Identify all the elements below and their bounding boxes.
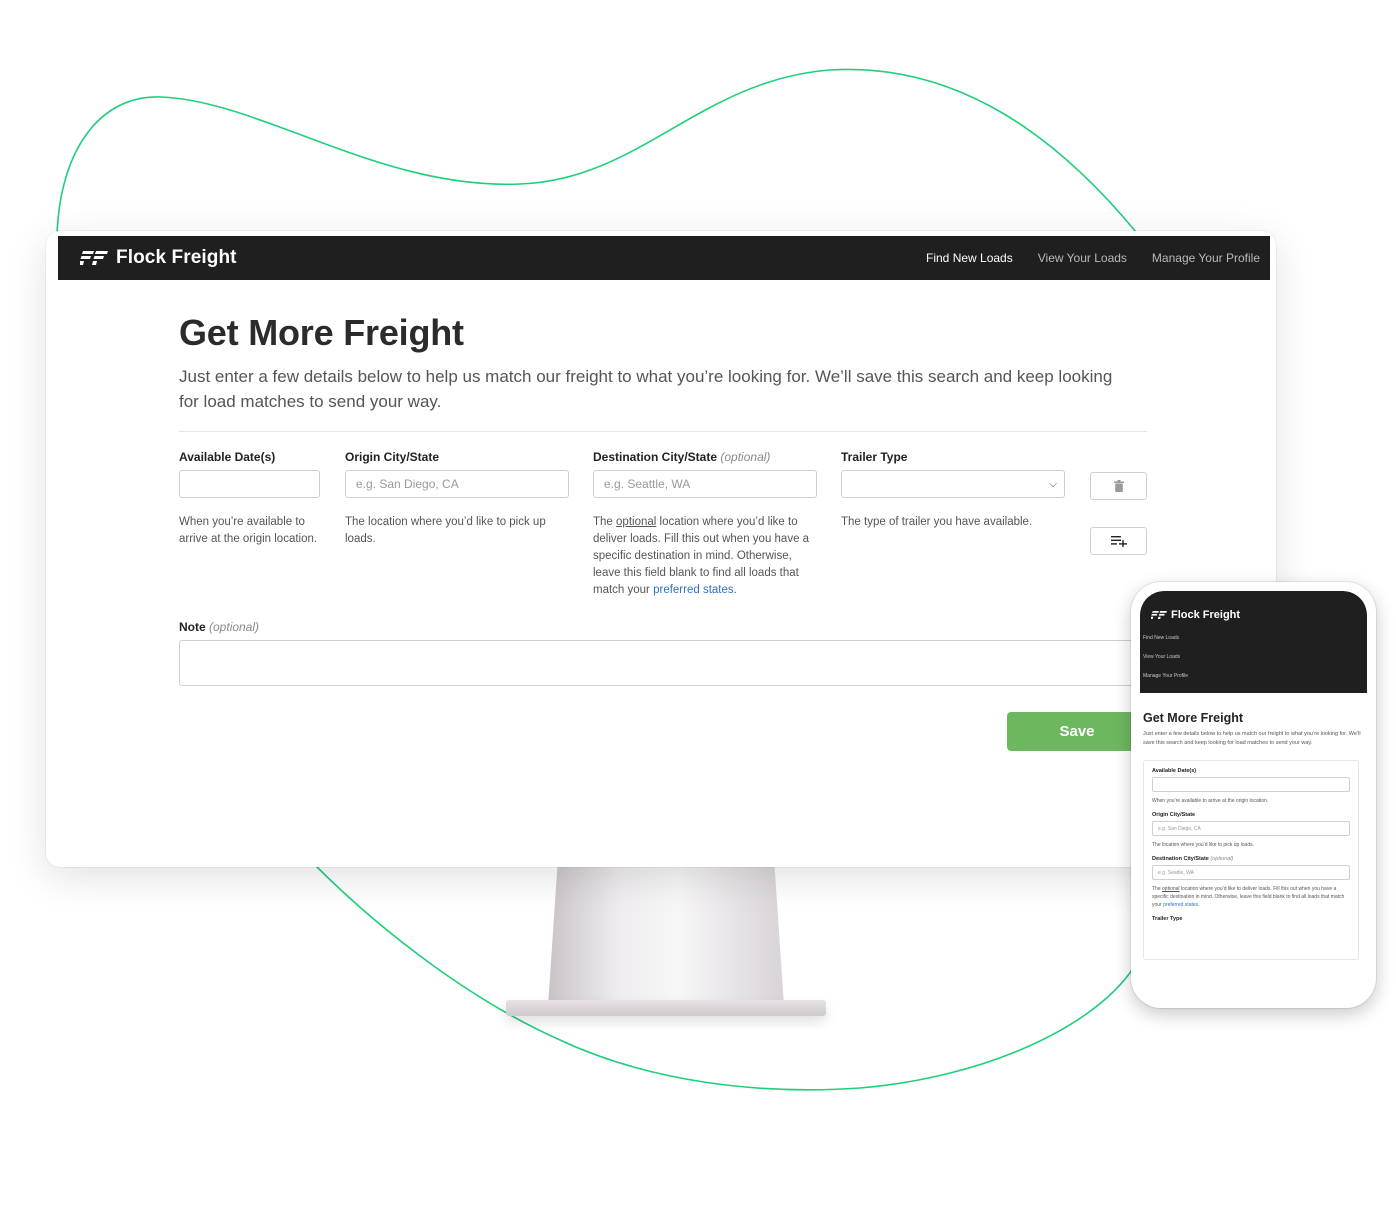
- page-title: Get More Freight: [179, 312, 464, 353]
- phone-destination-input[interactable]: e.g. Seattle, WA: [1152, 865, 1350, 880]
- phone-destination-label: Destination City/State (optional): [1152, 856, 1350, 862]
- chevron-down-icon: ⌵: [1049, 479, 1057, 490]
- phone-nav-manage-your-profile[interactable]: Manage Your Profile: [1143, 673, 1367, 679]
- origin-field: Origin City/State The location where you…: [345, 450, 569, 548]
- destination-field: Destination City/State (optional) The op…: [593, 450, 817, 599]
- phone-origin-help: The location where you’d like to pick up…: [1152, 842, 1255, 848]
- nav-links: Find New Loads View Your Loads Manage Yo…: [926, 251, 1260, 265]
- phone-origin-label: Origin City/State: [1152, 812, 1196, 818]
- phone-origin-input[interactable]: e.g. San Diego, CA: [1152, 821, 1350, 836]
- available-dates-label: Available Date(s): [179, 450, 276, 464]
- origin-help: The location where you’d like to pick up…: [345, 516, 546, 545]
- brand[interactable]: Flock Freight: [80, 247, 237, 269]
- available-dates-input[interactable]: [179, 470, 320, 498]
- phone-available-dates-help: When you’re available to arrive at the o…: [1152, 798, 1269, 804]
- phone-mockup: Flock Freight Find New Loads View Your L…: [1131, 582, 1376, 1008]
- playlist-add-icon: [1110, 536, 1127, 547]
- note-label-text: Note: [179, 620, 206, 634]
- phone-destination-help-optional: optional: [1162, 886, 1180, 892]
- destination-label: Destination City/State (optional): [593, 450, 817, 464]
- note-optional-tag: (optional): [209, 620, 260, 634]
- note-label: Note (optional): [179, 620, 259, 634]
- main-content: Get More Freight Just enter a few detail…: [58, 312, 1270, 751]
- phone-form-card: Available Date(s) When you’re available …: [1143, 760, 1359, 960]
- destination-help-end: .: [733, 584, 737, 596]
- destination-label-text: Destination City/State: [593, 450, 718, 464]
- phone-destination-help-end: .: [1198, 902, 1200, 908]
- destination-help-optional: optional: [616, 516, 657, 528]
- trailer-type-field: Trailer Type ⌵ The type of trailer you h…: [841, 450, 1065, 531]
- monitor-stand-base: [506, 1000, 826, 1016]
- phone-destination-help: The optional location where you’d like t…: [1152, 885, 1350, 909]
- flock-freight-logo-icon: [1151, 611, 1167, 619]
- origin-input[interactable]: [345, 470, 569, 498]
- phone-page-intro: Just enter a few details below to help u…: [1143, 731, 1361, 746]
- nav-view-your-loads[interactable]: View Your Loads: [1038, 251, 1127, 265]
- available-dates-field: Available Date(s) When you’re available …: [179, 450, 320, 548]
- preferred-states-link[interactable]: preferred states: [653, 584, 734, 596]
- phone-nav-view-your-loads[interactable]: View Your Loads: [1143, 654, 1367, 660]
- trailer-type-help: The type of trailer you have available.: [841, 516, 1033, 528]
- phone-brand[interactable]: Flock Freight: [1151, 609, 1367, 621]
- monitor-stand-neck: [548, 866, 784, 1006]
- phone-destination-optional-tag: (optional): [1210, 856, 1234, 862]
- destination-optional-tag: (optional): [720, 450, 771, 464]
- note-input[interactable]: [179, 640, 1147, 686]
- available-dates-help: When you’re available to arrive at the o…: [179, 516, 318, 545]
- destination-input[interactable]: [593, 470, 817, 498]
- flock-freight-logo-icon: [80, 251, 108, 265]
- phone-nav-find-new-loads[interactable]: Find New Loads: [1143, 635, 1367, 641]
- phone-trailer-type-label: Trailer Type: [1152, 916, 1183, 922]
- save-button[interactable]: Save: [1007, 712, 1147, 751]
- phone-available-dates-label: Available Date(s): [1152, 768, 1197, 774]
- trailer-type-select-box[interactable]: [841, 470, 1065, 498]
- destination-help: The optional location where you’d like t…: [593, 514, 817, 599]
- top-navbar: Flock Freight Find New Loads View Your L…: [58, 236, 1270, 280]
- trash-icon: [1113, 480, 1124, 492]
- phone-navbar: Flock Freight Find New Loads View Your L…: [1140, 591, 1367, 693]
- nav-manage-your-profile[interactable]: Manage Your Profile: [1152, 251, 1260, 265]
- desktop-screen: Flock Freight Find New Loads View Your L…: [58, 236, 1270, 864]
- origin-label: Origin City/State: [345, 450, 440, 464]
- phone-brand-name: Flock Freight: [1171, 609, 1241, 621]
- trailer-type-select[interactable]: ⌵: [841, 470, 1065, 498]
- phone-available-dates-input[interactable]: [1152, 777, 1350, 792]
- page-intro: Just enter a few details below to help u…: [179, 367, 1113, 411]
- nav-find-new-loads[interactable]: Find New Loads: [926, 251, 1013, 265]
- phone-destination-help-before: The: [1152, 886, 1161, 892]
- trailer-type-label: Trailer Type: [841, 450, 908, 464]
- phone-preferred-states-link[interactable]: preferred states: [1163, 902, 1198, 908]
- destination-help-before: The: [593, 516, 613, 528]
- search-form: Available Date(s) When you’re available …: [179, 432, 1270, 751]
- phone-screen: Flock Freight Find New Loads View Your L…: [1140, 591, 1367, 999]
- phone-page-title: Get More Freight: [1143, 711, 1244, 725]
- phone-destination-label-text: Destination City/State: [1152, 856, 1209, 862]
- brand-name: Flock Freight: [116, 247, 237, 268]
- add-row-button[interactable]: [1090, 527, 1147, 555]
- delete-row-button[interactable]: [1090, 472, 1147, 500]
